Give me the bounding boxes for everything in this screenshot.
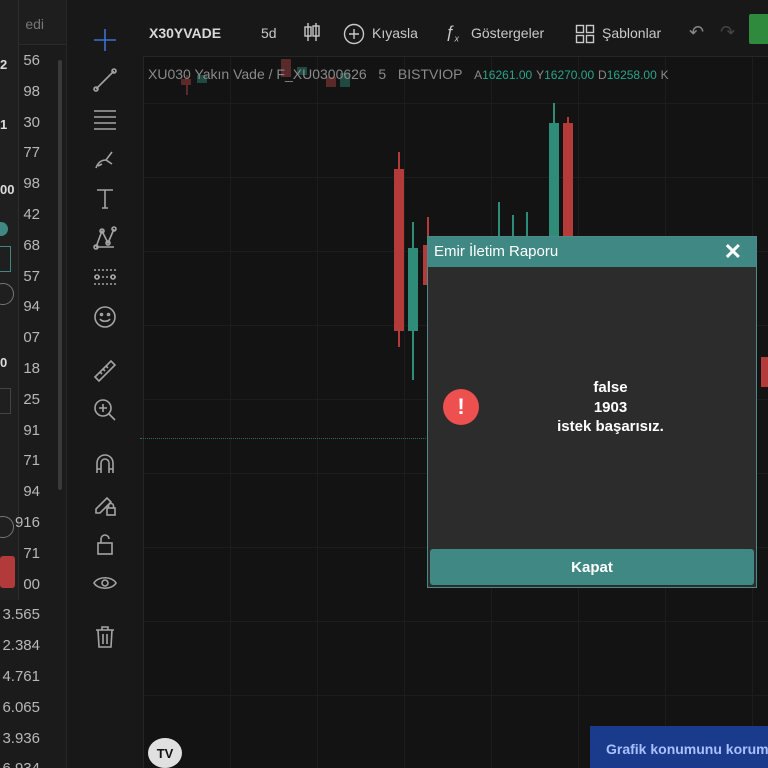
watchlist-price: 07 xyxy=(23,329,40,347)
watchlist-price: 98 xyxy=(23,82,40,100)
pattern-icon[interactable] xyxy=(91,224,119,252)
watchlist-price: 2.384 xyxy=(2,637,40,655)
legend-interval: 5 xyxy=(378,66,387,82)
watchlist-price: 71 xyxy=(23,544,40,562)
text-icon[interactable] xyxy=(91,184,119,212)
templates-icon[interactable] xyxy=(575,24,595,47)
legend-low-value: 16258.00 xyxy=(606,68,657,82)
watchlist-price: 3.565 xyxy=(2,606,40,624)
watchlist-price: 3.936 xyxy=(2,729,40,747)
prediction-icon[interactable] xyxy=(91,263,119,291)
side-label: 1 xyxy=(0,117,8,132)
legend-title: XU030 Yakın Vade / F_XU0300626 xyxy=(148,66,367,82)
compare-button[interactable]: Kıyasla xyxy=(372,25,418,41)
candle-body xyxy=(408,248,418,331)
legend-low-label: D xyxy=(598,68,607,82)
dialog-message: false 1903 istek başarısız. xyxy=(508,378,713,437)
message-line: istek başarısız. xyxy=(557,418,664,435)
magnet-icon[interactable] xyxy=(91,450,119,478)
candle-style-icon[interactable] xyxy=(303,22,321,45)
watchlist-price: 916 xyxy=(14,514,40,531)
sell-button[interactable] xyxy=(0,556,15,588)
watchlist-price: 77 xyxy=(23,144,40,162)
message-line: 1903 xyxy=(593,398,628,416)
candle-body xyxy=(549,123,559,247)
candle-body xyxy=(394,169,404,331)
watchlist-price: 4.761 xyxy=(2,668,40,685)
zoom-in-icon[interactable] xyxy=(91,396,119,424)
watchlist-price: 6.934 xyxy=(2,760,40,768)
top-toolbar: X30YVADE 5d Kıyasla ƒx Göstergeler Şablo… xyxy=(143,0,768,57)
watchlist-price: 94 xyxy=(23,298,40,316)
watchlist-price: 42 xyxy=(23,206,40,223)
watchlist-scrollbar[interactable] xyxy=(58,60,62,490)
trash-icon[interactable] xyxy=(91,623,119,651)
legend-close-label: K xyxy=(660,68,669,82)
watchlist-price: 71 xyxy=(23,452,40,470)
undo-icon[interactable]: ↶ xyxy=(689,22,704,43)
price-line xyxy=(140,438,430,439)
chart-legend: XU030 Yakın Vade / F_XU0300626 5 BISTVIO… xyxy=(148,66,669,82)
side-label: 2 xyxy=(0,57,8,72)
legend-high-value: 16270.00 xyxy=(544,68,595,82)
side-circle-button[interactable] xyxy=(0,516,14,538)
order-side-panel: 2 1 00 0 xyxy=(0,0,19,600)
watchlist-price: 25 xyxy=(23,390,40,408)
watchlist-price: 18 xyxy=(23,360,40,377)
side-box[interactable] xyxy=(0,246,11,272)
error-icon: ! xyxy=(443,389,479,425)
watchlist-price: 6.065 xyxy=(2,698,40,716)
watchlist-price: 68 xyxy=(23,236,40,254)
dialog-header: Emir İletim Raporu ✕ xyxy=(428,237,756,267)
watchlist-price: 91 xyxy=(23,421,40,439)
indicators-button[interactable]: Göstergeler xyxy=(471,25,544,41)
candle-body xyxy=(563,123,573,245)
trendline-icon[interactable] xyxy=(91,66,119,94)
crosshair-icon[interactable] xyxy=(91,26,119,54)
side-circle-button[interactable] xyxy=(0,283,14,305)
unlock-icon[interactable] xyxy=(91,530,119,558)
trade-button[interactable] xyxy=(749,14,768,44)
horizontal-lines-icon[interactable] xyxy=(91,104,119,132)
side-label: 00 xyxy=(0,182,15,197)
legend-high-label: Y xyxy=(536,68,545,82)
drawing-toolbar xyxy=(67,0,144,768)
ruler-icon[interactable] xyxy=(91,357,119,385)
watchlist-price: 94 xyxy=(23,483,40,501)
redo-icon[interactable]: ↷ xyxy=(720,22,735,43)
brush-icon[interactable] xyxy=(91,145,119,173)
side-label: 0 xyxy=(0,355,8,370)
compare-icon[interactable] xyxy=(343,23,365,48)
interval-button[interactable]: 5d xyxy=(261,25,277,41)
templates-button[interactable]: Şablonlar xyxy=(602,25,661,41)
watchlist-price: 30 xyxy=(23,113,40,131)
symbol-search[interactable]: X30YVADE xyxy=(149,25,221,41)
dialog-title: Emir İletim Raporu xyxy=(434,243,559,260)
eye-icon[interactable] xyxy=(91,569,119,597)
emoji-icon[interactable] xyxy=(91,303,119,331)
close-icon[interactable]: ✕ xyxy=(724,239,742,265)
watchlist-price: 00 xyxy=(23,575,40,593)
side-input[interactable] xyxy=(0,388,11,414)
watchlist-price: 57 xyxy=(23,267,40,285)
watchlist-price: 98 xyxy=(23,175,40,193)
watchlist-price: 56 xyxy=(23,52,40,69)
order-report-dialog: Emir İletim Raporu ✕ ! false 1903 istek … xyxy=(427,236,757,588)
watchlist-panel: edi 2 1 00 0 56 98 30 77 98 42 68 57 94 07 18 25 91 7… xyxy=(0,0,67,768)
watchlist-header-label: edi xyxy=(25,16,44,32)
toggle-knob[interactable] xyxy=(0,222,8,236)
legend-open-value: 16261.00 xyxy=(482,68,533,82)
legend-exchange: BISTVIOP xyxy=(397,66,463,82)
lock-drawing-icon[interactable] xyxy=(91,490,119,518)
close-button[interactable]: Kapat xyxy=(430,549,754,585)
indicators-icon[interactable]: ƒx xyxy=(445,22,459,43)
tradingview-logo[interactable]: TV xyxy=(148,738,182,768)
message-line: false xyxy=(593,379,628,396)
legend-open-label: A xyxy=(474,68,483,82)
candle-body xyxy=(761,357,768,387)
position-toast[interactable]: Grafik konumunu koruma xyxy=(590,726,768,768)
